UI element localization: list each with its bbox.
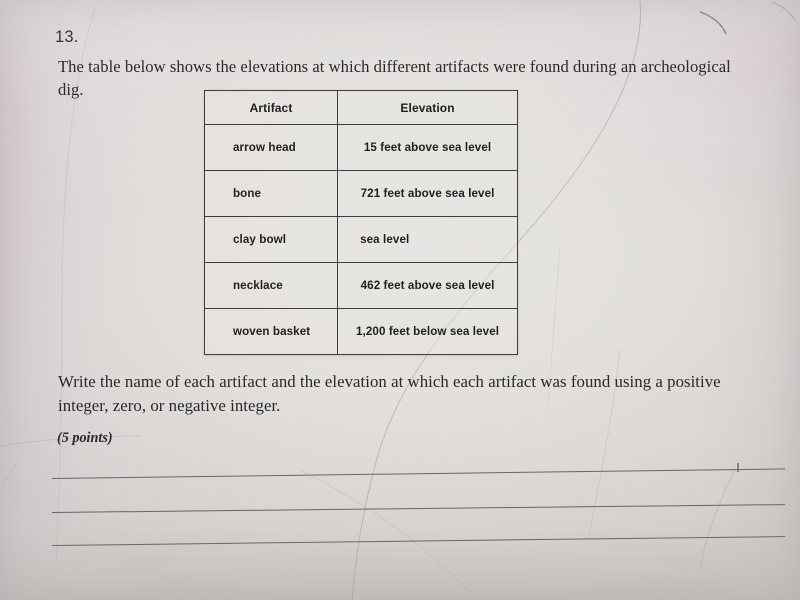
table-header-row: Artifact Elevation <box>203 90 518 125</box>
cell-elevation: 462 feet above sea level <box>337 262 518 309</box>
table-row: arrow head 15 feet above sea level <box>203 124 518 171</box>
cell-artifact: necklace <box>203 262 339 309</box>
cell-artifact: arrow head <box>203 124 339 171</box>
column-header-artifact: Artifact <box>203 90 339 125</box>
elevation-table: Artifact Elevation arrow head 15 feet ab… <box>203 90 518 355</box>
table-row: necklace 462 feet above sea level <box>203 262 518 309</box>
question-prompt-text: Write the name of each artifact and the … <box>58 372 721 415</box>
cell-artifact: woven basket <box>203 308 339 355</box>
table-row: woven basket 1,200 feet below sea level <box>203 308 518 355</box>
cell-elevation: sea level <box>337 216 518 263</box>
table-row: bone 721 feet above sea level <box>203 170 518 217</box>
cell-elevation: 15 feet above sea level <box>337 124 518 171</box>
worksheet-page: 13. The table below shows the elevations… <box>0 0 800 600</box>
table-row: clay bowl sea level <box>203 216 518 263</box>
cell-elevation: 1,200 feet below sea level <box>337 308 518 355</box>
cell-elevation: 721 feet above sea level <box>337 170 518 217</box>
question-number: 13. <box>55 28 79 46</box>
column-header-elevation: Elevation <box>337 90 518 125</box>
pen-tick-mark <box>737 463 739 472</box>
cell-artifact: bone <box>203 170 339 217</box>
points-label: (5 points) <box>57 430 113 446</box>
cell-artifact: clay bowl <box>203 216 339 263</box>
